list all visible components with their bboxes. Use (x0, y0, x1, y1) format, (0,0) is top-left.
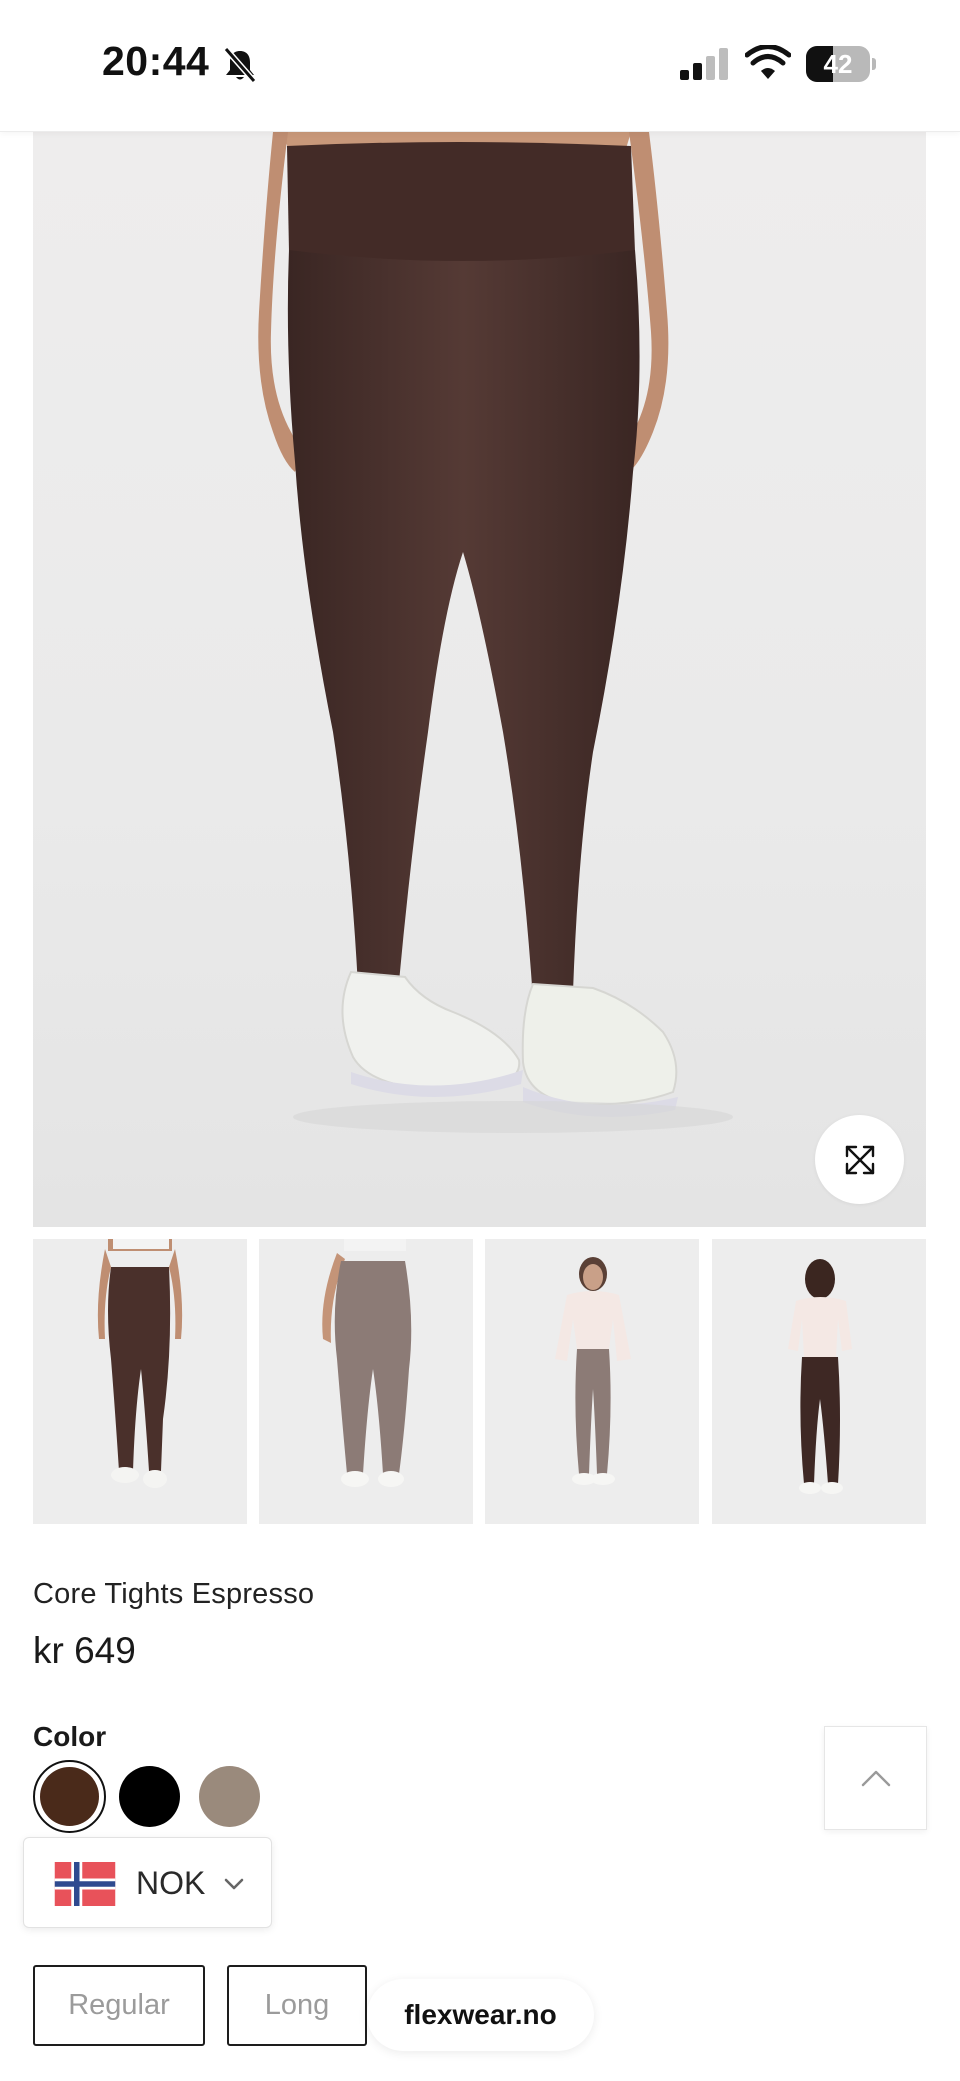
expand-arrows-icon (845, 1145, 874, 1174)
thumbnail-back-view[interactable] (259, 1239, 473, 1524)
status-time: 20:44 (102, 38, 210, 84)
expand-image-button[interactable] (815, 1115, 904, 1204)
length-option-regular[interactable]: Regular (33, 1965, 205, 2046)
chevron-down-icon (220, 1870, 248, 1898)
thumbnail-styled-back[interactable] (712, 1239, 926, 1524)
bell-off-icon (222, 46, 258, 84)
chevron-up-icon (861, 1770, 890, 1787)
product-price: kr 649 (33, 1630, 136, 1671)
swatch-color (119, 1766, 180, 1827)
wifi-icon (744, 44, 792, 81)
length-option-long[interactable]: Long (227, 1965, 367, 2046)
product-name: Core Tights Espresso (33, 1578, 315, 1610)
color-label: Color (33, 1721, 107, 1752)
status-bar: 20:44 42 (0, 0, 960, 132)
norway-flag-icon (51, 1862, 119, 1906)
legging-front-illustration (258, 132, 733, 1133)
currency-selector[interactable]: NOK (23, 1837, 272, 1928)
scroll-to-top-button[interactable] (824, 1726, 927, 1830)
cellular-signal-icon (680, 48, 730, 80)
battery-icon: 42 (806, 46, 876, 82)
main-product-image[interactable] (33, 132, 926, 1227)
swatch-color (199, 1766, 260, 1827)
thumbnail-front-view[interactable] (33, 1239, 247, 1524)
swatch-color (40, 1767, 99, 1826)
currency-code: NOK (136, 1865, 206, 1901)
browser-address-pill[interactable]: flexwear.no (367, 1979, 594, 2051)
battery-level: 42 (823, 49, 853, 79)
thumbnail-styled-front[interactable] (485, 1239, 699, 1524)
color-swatch-espresso[interactable] (33, 1760, 106, 1833)
color-swatch-taupe[interactable] (193, 1760, 266, 1833)
color-swatch-black[interactable] (113, 1760, 186, 1833)
